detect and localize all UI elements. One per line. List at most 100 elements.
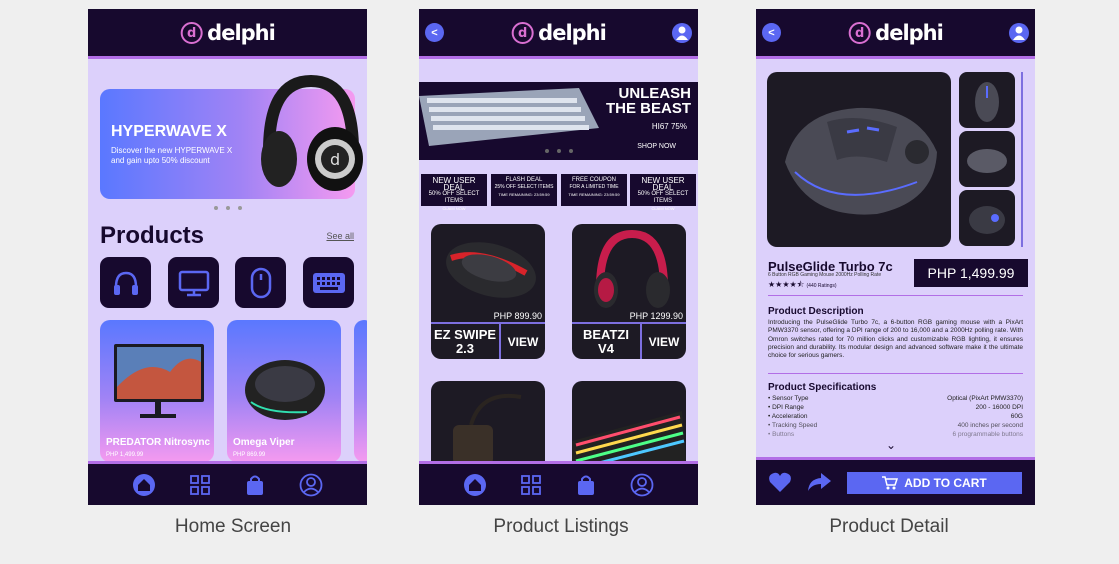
deal-tile[interactable]: NEW USER DEAL 50% OFF SELECT ITEMS CLAIM N…	[421, 174, 487, 211]
profile-button[interactable]	[672, 23, 692, 43]
mouse-icon	[250, 267, 271, 298]
back-button[interactable]: <	[425, 23, 444, 42]
nav-cart[interactable]	[574, 473, 598, 497]
chevron-down-icon[interactable]: ⌄	[886, 438, 896, 452]
chevron-left-icon: <	[768, 26, 775, 39]
home-icon	[132, 473, 155, 496]
divider	[768, 373, 1023, 374]
promo-banner[interactable]: UNLEASH THE BEAST HI67 75% SHOP NOW	[419, 82, 698, 160]
app-logo[interactable]: d delphi	[180, 21, 276, 45]
see-all-link[interactable]: See all	[326, 231, 354, 241]
product-name: PREDATOR Nitrosync	[106, 437, 211, 448]
deal-tile[interactable]: NEW USER DEAL 50% OFF SELECT ITEMS CLAIM N…	[630, 174, 696, 211]
grid-icon	[189, 474, 210, 495]
thumbnail[interactable]	[959, 190, 1015, 246]
spec-row: • Buttons 6 programmable buttons	[768, 431, 1023, 438]
share-button[interactable]	[806, 471, 832, 498]
home-screen: d delphi HYPERWAVE X Discover the new HYP…	[88, 9, 367, 505]
view-button[interactable]: VIEW	[501, 322, 545, 359]
view-button[interactable]: VIEW	[642, 322, 686, 359]
logo-mark-icon: d	[180, 22, 203, 44]
logo-text: delphi	[875, 21, 944, 45]
favorite-button[interactable]	[768, 471, 792, 498]
product-price: PHP 899.90	[493, 311, 542, 321]
nav-home[interactable]	[132, 473, 156, 497]
product-name: BEATZI V4	[572, 322, 642, 359]
app-header: d delphi	[88, 9, 367, 59]
spec-row: • Tracking Speed 400 inches per second	[768, 422, 1023, 429]
spec-row: • Sensor Type Optical (PixArt PMW3370)	[768, 395, 1023, 402]
hero-title: HYPERWAVE X	[111, 123, 227, 140]
app-logo[interactable]: d delphi	[511, 21, 607, 45]
detail-screen: < d delphi PulseGlide Turbo 7c 6 Button R…	[756, 9, 1035, 505]
listings-screen: < d delphi UNLEASH THE BEAST HI67 75% SHOP…	[419, 9, 698, 505]
mouse-image	[446, 242, 536, 298]
bottom-nav	[88, 461, 367, 505]
user-icon	[676, 26, 688, 40]
carousel-dots[interactable]	[213, 206, 242, 210]
nav-profile[interactable]	[630, 473, 654, 497]
nav-cart[interactable]	[243, 473, 267, 497]
cart-icon	[882, 476, 899, 490]
heart-icon	[769, 472, 791, 492]
product-card-partial[interactable]	[354, 320, 367, 462]
headphones-icon	[113, 271, 138, 295]
hero-subtitle: Discover the new HYPERWAVE X and gain up…	[111, 146, 233, 165]
mouse-top-thumb	[975, 82, 999, 122]
star-rating-icon: ★★★★⯪	[768, 280, 805, 289]
thumbnail[interactable]	[959, 72, 1015, 128]
nav-categories[interactable]	[188, 473, 212, 497]
mouse-back-thumb	[969, 206, 1005, 234]
logo-text: delphi	[207, 21, 276, 45]
rating: ★★★★⯪ (440 Ratings)	[768, 280, 837, 289]
action-bar: ADD TO CART	[756, 457, 1035, 505]
product-name: EZ SWIPE 2.3	[431, 322, 501, 359]
category-keyboard[interactable]	[303, 257, 354, 308]
headphones-image	[594, 229, 670, 308]
svg-text:d: d	[330, 150, 340, 169]
headphones-image: d	[261, 74, 363, 191]
thumb-scrollbar[interactable]	[1021, 72, 1023, 247]
specs-title: Product Specifications	[768, 382, 877, 393]
deal-tile[interactable]: FREE COUPON FOR A LIMITED TIME TIME REMAIN…	[561, 174, 627, 206]
app-header: < d delphi	[419, 9, 698, 59]
nav-home[interactable]	[463, 473, 487, 497]
nav-categories[interactable]	[519, 473, 543, 497]
logo-mark-icon: d	[511, 22, 534, 44]
bag-icon	[578, 475, 595, 495]
thumbnail[interactable]	[959, 131, 1015, 187]
category-headphones[interactable]	[100, 257, 151, 308]
product-card[interactable]: Omega Viper PHP 869.99	[227, 320, 341, 462]
nav-profile[interactable]	[299, 473, 323, 497]
shop-now-link[interactable]: SHOP NOW	[637, 143, 676, 150]
monitor-image	[114, 344, 204, 418]
chevron-left-icon: <	[431, 26, 438, 39]
caption-detail: Product Detail	[829, 516, 949, 537]
hero-banner[interactable]: HYPERWAVE X Discover the new HYPERWAVE X…	[100, 74, 363, 199]
keyboard-image	[419, 88, 599, 146]
app-logo[interactable]: d delphi	[848, 21, 944, 45]
back-button[interactable]: <	[762, 23, 781, 42]
carousel-dots[interactable]	[544, 149, 573, 153]
divider	[768, 295, 1023, 296]
banner-title: UNLEASH THE BEAST	[605, 85, 691, 117]
main-product-image[interactable]	[767, 72, 951, 247]
gaming-mouse-image	[785, 107, 937, 215]
deal-tile[interactable]: FLASH DEAL 25% OFF SELECT ITEMS TIME REMAI…	[491, 174, 557, 206]
add-to-cart-button[interactable]: ADD TO CART	[847, 472, 1022, 494]
profile-button[interactable]	[1009, 23, 1029, 43]
logo-text: delphi	[538, 21, 607, 45]
category-mouse[interactable]	[235, 257, 286, 308]
share-icon	[808, 473, 831, 491]
product-card[interactable]: PREDATOR Nitrosync PHP 1,499.99	[100, 320, 214, 462]
category-monitor[interactable]	[168, 257, 219, 308]
product-card[interactable]: PHP 899.90 EZ SWIPE 2.3 VIEW	[431, 224, 545, 359]
product-price: PHP 1,499.99	[106, 452, 144, 458]
banner-model: HI67 75%	[651, 122, 687, 131]
product-price: PHP 869.99	[233, 452, 266, 458]
description-title: Product Description	[768, 306, 864, 317]
user-icon	[1013, 26, 1025, 40]
bag-icon	[247, 475, 264, 495]
app-header: < d delphi	[756, 9, 1035, 59]
product-card[interactable]: PHP 1299.90 BEATZI V4 VIEW	[572, 224, 686, 359]
